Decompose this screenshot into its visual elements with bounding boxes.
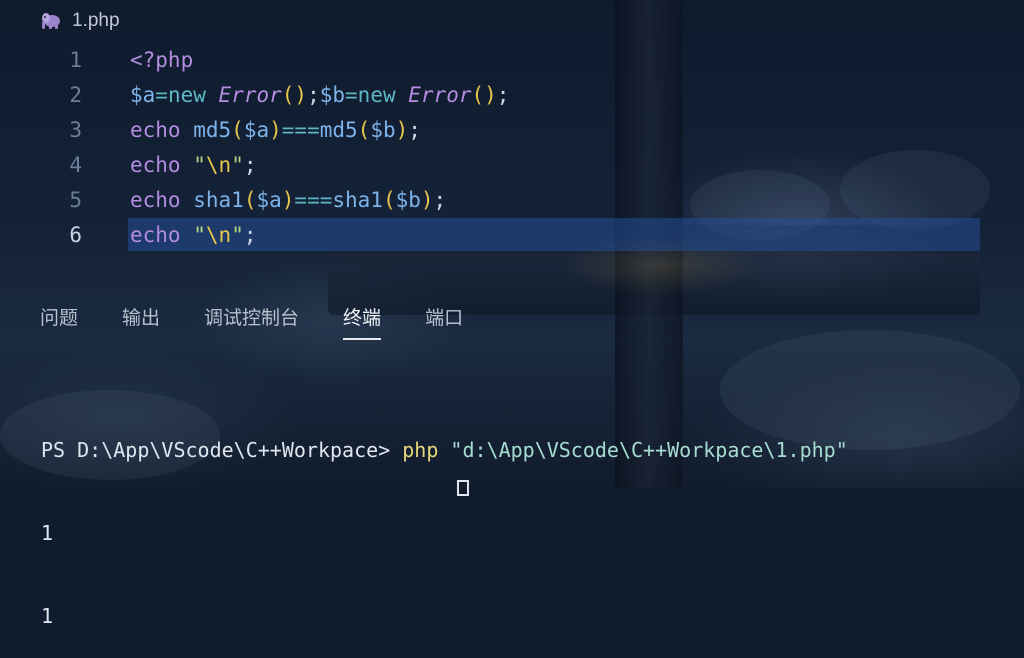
code-line[interactable]: 4 echo "\n"; [0, 147, 1024, 182]
tab-ports[interactable]: 端口 [425, 303, 463, 336]
editor-tab-label: 1.php [72, 10, 120, 31]
code-text: echo md5($a)===md5($b); [130, 117, 421, 142]
code-text: <?php [130, 47, 194, 72]
line-number: 3 [69, 117, 82, 142]
terminal-cursor [457, 480, 469, 496]
code-line[interactable]: 2 $a=new Error();$b=new Error(); [0, 77, 1024, 112]
code-line[interactable]: 5 echo sha1($a)===sha1($b); [0, 182, 1024, 217]
terminal-output-line: 1 [41, 521, 54, 545]
code-text: echo "\n"; [130, 152, 257, 177]
code-line[interactable]: 1 <?php [0, 42, 1024, 77]
terminal-prompt: PS D:\App\VScode\C++Workpace> [41, 438, 403, 462]
code-text: echo "\n"; [130, 222, 257, 247]
tab-output[interactable]: 输出 [122, 303, 160, 336]
code-text: echo sha1($a)===sha1($b); [130, 187, 447, 212]
line-number: 2 [69, 82, 82, 107]
line-number: 6 [69, 222, 82, 247]
code-text: $a=new Error();$b=new Error(); [130, 82, 510, 107]
php-elephant-icon [40, 12, 62, 30]
code-line[interactable]: 3 echo md5($a)===md5($b); [0, 112, 1024, 147]
code-line-active[interactable]: 6 echo "\n"; [0, 217, 1024, 252]
terminal-command: php [402, 438, 439, 462]
tab-debug-console[interactable]: 调试控制台 [204, 303, 299, 336]
tab-terminal[interactable]: 终端 [343, 303, 382, 340]
terminal-output-line: 1 [41, 604, 54, 628]
line-number: 1 [69, 47, 82, 72]
line-number: 4 [69, 152, 82, 177]
code-lines[interactable]: 1 <?php 2 $a=new Error();$b=new Error();… [0, 42, 1024, 252]
tab-problems[interactable]: 问题 [40, 303, 78, 336]
terminal-argument: "d:\App\VScode\C++Workpace\1.php" [438, 438, 848, 462]
terminal-command-line: PS D:\App\VScode\C++Workpace> php "d:\Ap… [41, 433, 848, 468]
editor-tab-1php[interactable]: 1.php [40, 8, 120, 34]
code-editor[interactable]: 1.php 1 <?php 2 $a=new Error();$b=new Er… [0, 0, 1024, 278]
terminal-output[interactable]: PS D:\App\VScode\C++Workpace> php "d:\Ap… [41, 385, 848, 658]
panel-tab-bar: 问题 输出 调试控制台 终端 端口 [40, 303, 507, 340]
line-number: 5 [69, 187, 82, 212]
